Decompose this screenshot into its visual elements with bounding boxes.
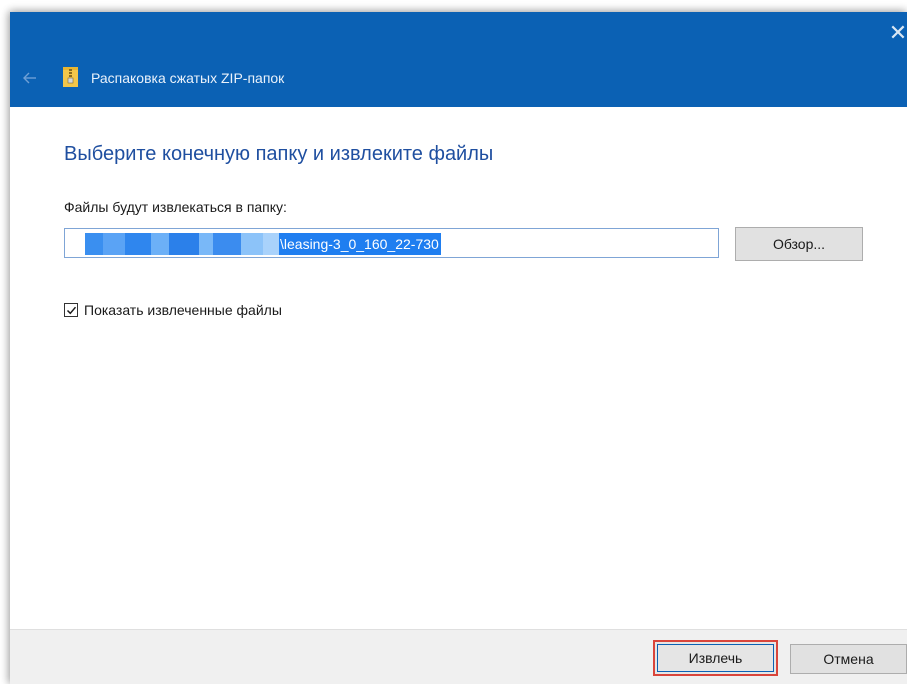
redacted-path-segment: [213, 233, 241, 255]
cancel-button[interactable]: Отмена: [790, 644, 907, 674]
redacted-path-segment: [151, 233, 169, 255]
browse-button[interactable]: Обзор...: [735, 227, 863, 261]
extract-button[interactable]: Извлечь: [653, 640, 778, 676]
show-extracted-files-checkbox[interactable]: [64, 303, 78, 317]
close-icon[interactable]: ✕: [883, 18, 907, 48]
redacted-path-segment: [85, 233, 103, 255]
extract-button-label: Извлечь: [657, 644, 774, 672]
selected-path-text: \leasing-3_0_160_22-730: [85, 233, 441, 255]
redacted-path-segment: [241, 233, 263, 255]
zip-folder-icon: [63, 67, 78, 87]
destination-label: Файлы будут извлекаться в папку:: [64, 199, 287, 215]
path-visible-text: \leasing-3_0_160_22-730: [280, 236, 439, 252]
page-heading: Выберите конечную папку и извлеките файл…: [64, 143, 494, 165]
title-bar: ✕ Распаковка сжатых ZIP-папок: [10, 12, 907, 107]
arrow-left-icon[interactable]: [20, 68, 40, 88]
checkmark-icon: [66, 306, 77, 315]
redacted-path-segment: [199, 233, 213, 255]
show-extracted-files-label: Показать извлеченные файлы: [84, 302, 282, 318]
redacted-path-segment: [103, 233, 125, 255]
redacted-path-segment: [169, 233, 199, 255]
window-title: Распаковка сжатых ZIP-папок: [91, 70, 285, 86]
show-extracted-files-option[interactable]: Показать извлеченные файлы: [64, 301, 282, 319]
redacted-path-segment: [263, 233, 279, 255]
redacted-path-segment: [125, 233, 151, 255]
extract-dialog: ✕ Распаковка сжатых ZIP-папок Выберите к…: [10, 12, 907, 684]
destination-path-input[interactable]: \leasing-3_0_160_22-730: [64, 228, 719, 258]
